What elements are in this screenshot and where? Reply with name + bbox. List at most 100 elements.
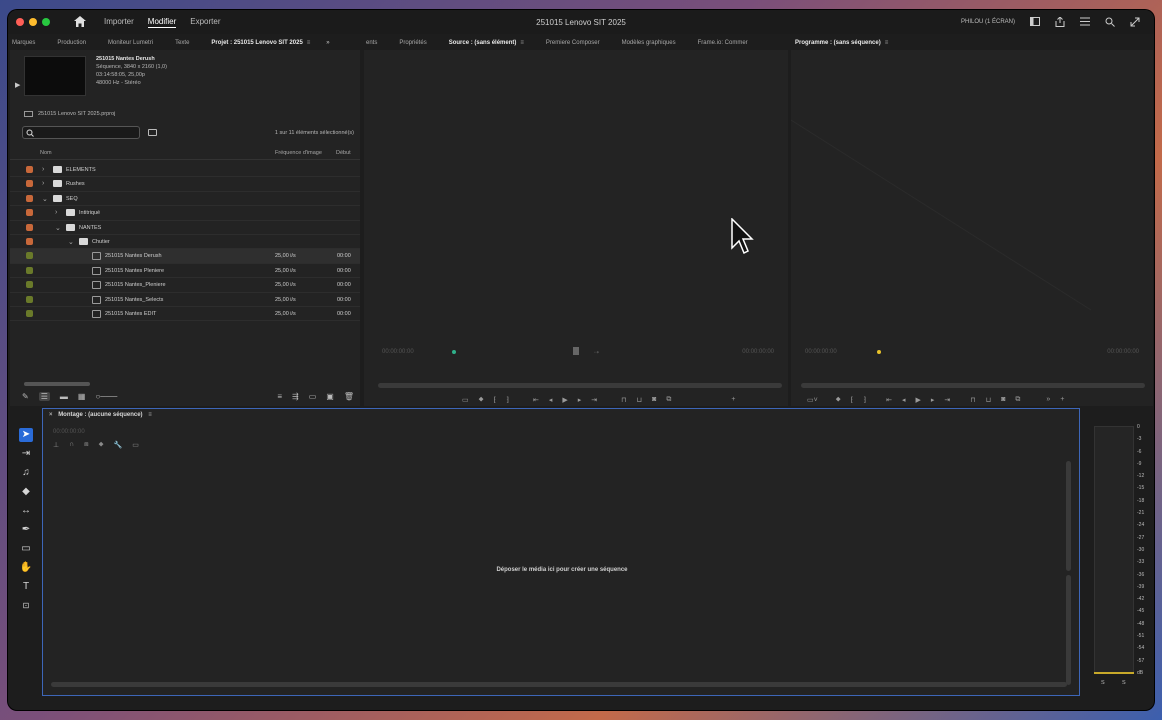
chevron-right-icon[interactable]: › — [55, 209, 57, 216]
source-marker-icon[interactable]: ⬥ — [479, 396, 484, 404]
nav-modifier[interactable]: Modifier — [147, 17, 177, 28]
label-color-swatch[interactable] — [26, 223, 33, 231]
timeline-panel[interactable]: × Montage : (aucune séquence) ≡ 00:00:00… — [42, 408, 1080, 696]
source-step-back-icon[interactable]: ◂ — [549, 396, 553, 404]
pencil-icon[interactable]: ✎ — [22, 392, 29, 401]
program-go-out-icon[interactable]: ⇥ — [944, 396, 950, 404]
close-tab-icon[interactable]: × — [49, 412, 53, 418]
label-color-swatch[interactable] — [26, 309, 33, 317]
source-compare-icon[interactable]: ⧉ — [666, 396, 671, 404]
tab-lumetri[interactable]: Moniteur Lumetri — [108, 40, 153, 46]
sequence-row[interactable]: 251015 Nantes Derush 25,00 i/s 00:00 — [10, 249, 360, 264]
tab-modeles-graphiques[interactable]: Modèles graphiques — [622, 40, 676, 46]
program-play-icon[interactable]: ▶ — [915, 396, 920, 404]
timeline-vscroll-audio[interactable] — [1066, 575, 1071, 685]
program-tab-menu-icon[interactable]: ≡ — [885, 40, 889, 46]
sequence-row[interactable]: 251015 Nantes EDIT 25,00 i/s 00:00 — [10, 307, 360, 322]
play-icon[interactable]: ▶ — [15, 81, 20, 89]
meter-solo-left[interactable]: S — [1101, 680, 1105, 686]
source-scrubber[interactable] — [378, 383, 782, 388]
tab-proprietes[interactable]: Propriétés — [399, 40, 426, 46]
program-clip-icon[interactable]: ▭˅ — [807, 396, 818, 404]
zoom-slider[interactable]: ○─── — [95, 392, 117, 401]
tab-ents[interactable]: ents — [366, 40, 377, 46]
program-camera-icon[interactable]: ◙ — [1001, 396, 1005, 404]
label-color-swatch[interactable] — [26, 180, 33, 188]
home-icon[interactable] — [74, 16, 88, 28]
program-add-button-icon[interactable]: + — [1060, 396, 1064, 404]
label-color-swatch[interactable] — [26, 194, 33, 202]
source-in-point-icon[interactable]: ⁅ — [494, 396, 497, 404]
timeline-vscroll-video[interactable] — [1066, 461, 1071, 571]
sequence-row[interactable]: 251015 Nantes Pleniere 25,00 i/s 00:00 — [10, 264, 360, 279]
slip-tool-icon[interactable]: ↔ — [19, 504, 33, 518]
timeline-tab-menu-icon[interactable]: ≡ — [148, 412, 152, 418]
source-overwrite-icon[interactable]: ⊔ — [637, 396, 642, 404]
menu-icon[interactable] — [1079, 16, 1090, 27]
type-tool-icon[interactable]: T — [19, 580, 33, 594]
label-color-swatch[interactable] — [26, 252, 33, 260]
program-step-forward-icon[interactable]: ▸ — [931, 396, 935, 404]
source-clip-icon[interactable]: ▭ — [462, 396, 469, 404]
tab-project[interactable]: Projet : 251015 Lenovo SIT 2025 — [211, 40, 302, 46]
project-search-input[interactable] — [22, 126, 140, 139]
source-insert-icon[interactable]: ⊓ — [621, 396, 626, 404]
pen-tool-icon[interactable]: ✒ — [19, 523, 33, 537]
program-go-in-icon[interactable]: ⇤ — [886, 396, 892, 404]
label-color-swatch[interactable] — [26, 166, 33, 173]
wrench-icon[interactable]: 🔧 — [114, 441, 123, 449]
timeline-hscroll[interactable] — [51, 682, 1067, 687]
timeline-timecode[interactable]: 00:00:00:00 — [53, 429, 85, 435]
list-view-icon[interactable]: ☰ — [38, 391, 50, 401]
chevron-down-icon[interactable]: ⌄ — [42, 195, 48, 203]
bin-row[interactable]: ⌄ SEQ — [10, 192, 360, 207]
chevron-down-icon[interactable]: ⌄ — [68, 238, 74, 246]
tab-frameio[interactable]: Frame.io: Commer — [698, 40, 748, 46]
ripple-edit-tool-icon[interactable]: ♫ — [19, 466, 33, 480]
bin-row[interactable]: › Rushes — [10, 177, 360, 192]
nav-exporter[interactable]: Exporter — [190, 17, 220, 28]
timeline-tab[interactable]: × Montage : (aucune séquence) ≡ — [49, 412, 152, 418]
source-tab-menu-icon[interactable]: ≡ — [520, 40, 524, 46]
nav-importer[interactable]: Importer — [104, 17, 134, 28]
program-step-back-icon[interactable]: ◂ — [902, 396, 906, 404]
close-window-button[interactable] — [16, 18, 24, 26]
tab-program[interactable]: Programme : (sans séquence) — [795, 40, 881, 46]
chevron-right-icon[interactable]: › — [42, 166, 44, 173]
new-bin-icon-bottom[interactable]: ▭ — [309, 392, 317, 401]
add-marker-icon[interactable]: ⬥ — [99, 441, 104, 449]
source-camera-icon[interactable]: ◙ — [652, 396, 656, 404]
razor-tool-icon[interactable]: ◆ — [19, 485, 33, 499]
bin-row[interactable]: ⌄ NANTES — [10, 221, 360, 235]
label-color-swatch[interactable] — [26, 209, 33, 217]
source-play-icon[interactable]: ▶ — [562, 396, 567, 404]
tab-marques[interactable]: Marques — [12, 40, 35, 46]
program-tc-in[interactable]: 00:00:00:00 — [805, 349, 837, 355]
search-icon[interactable] — [1104, 16, 1115, 27]
sequence-row[interactable]: 251015 Nantes_Pleniere 25,00 i/s 00:00 — [10, 278, 360, 293]
freeform-view-icon[interactable]: ▦ — [78, 392, 86, 401]
program-compare-icon[interactable]: ⧉ — [1015, 396, 1020, 404]
source-settings-icon[interactable]: ⇢ — [594, 349, 599, 356]
hand-tool-icon[interactable]: ✋ — [19, 561, 33, 575]
overflow-tabs-icon[interactable]: » — [326, 40, 329, 46]
program-out-point-icon[interactable]: ⁆ — [863, 396, 866, 404]
minimize-window-button[interactable] — [29, 18, 37, 26]
meter-solo-right[interactable]: S — [1122, 680, 1126, 686]
share-icon[interactable] — [1054, 16, 1065, 27]
source-out-point-icon[interactable]: ⁆ — [506, 396, 509, 404]
trash-icon[interactable]: 🗑 — [344, 392, 354, 401]
captions-icon[interactable]: ▭ — [132, 441, 139, 449]
program-overflow-icon[interactable]: » — [1046, 396, 1050, 404]
bin-row[interactable]: ⌄ Chutier — [10, 235, 360, 250]
tab-texte[interactable]: Texte — [175, 40, 189, 46]
source-playhead-marker[interactable] — [452, 350, 456, 354]
source-tc-in[interactable]: 00:00:00:00 — [382, 349, 414, 355]
tab-source[interactable]: Source : (sans élément) — [449, 40, 517, 46]
sort-icon[interactable]: ≡ — [277, 392, 282, 401]
panel-layout-icon[interactable] — [1029, 16, 1040, 27]
selection-tool-icon[interactable]: ➤ — [19, 428, 33, 442]
source-step-forward-icon[interactable]: ▸ — [578, 396, 582, 404]
sequence-row[interactable]: 251015 Nantes_Selects 25,00 i/s 00:00 — [10, 293, 360, 307]
caption-tool-icon[interactable]: ⊡ — [19, 599, 33, 613]
